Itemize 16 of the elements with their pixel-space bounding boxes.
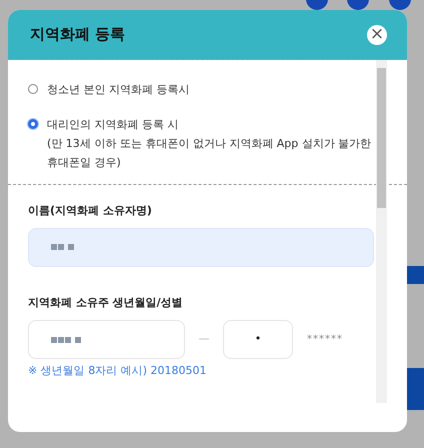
birthdate-input-field[interactable]	[28, 320, 185, 359]
name-input-field[interactable]	[28, 228, 374, 266]
option-label: 대리인의 지역화폐 등록 시	[47, 117, 180, 133]
radio-button[interactable]	[28, 119, 38, 129]
field-label: 이름(지역화폐 소유자명)	[28, 203, 153, 219]
scrollbar[interactable]	[376, 60, 387, 403]
separator-dash: —	[198, 331, 210, 348]
field-label: 지역화폐 소유주 생년월일/성별	[28, 294, 184, 310]
option-note: (만 13세 이하 또는 휴대폰이 없거나 지역화폐 App 설치가 불가한 휴대폰일 경우)	[47, 136, 372, 171]
gender-input-field[interactable]: •	[223, 320, 293, 359]
scrollbar-thumb[interactable]	[377, 68, 386, 208]
hint-text: ※ 생년월일 8자리 예시) 20180501	[28, 363, 208, 379]
masked-digits: ******	[307, 333, 343, 347]
option-label: 청소년 본인 지역화폐 등록시	[47, 82, 190, 98]
dialog-title: 지역화폐 등록	[30, 24, 126, 46]
radio-button[interactable]	[28, 84, 38, 94]
